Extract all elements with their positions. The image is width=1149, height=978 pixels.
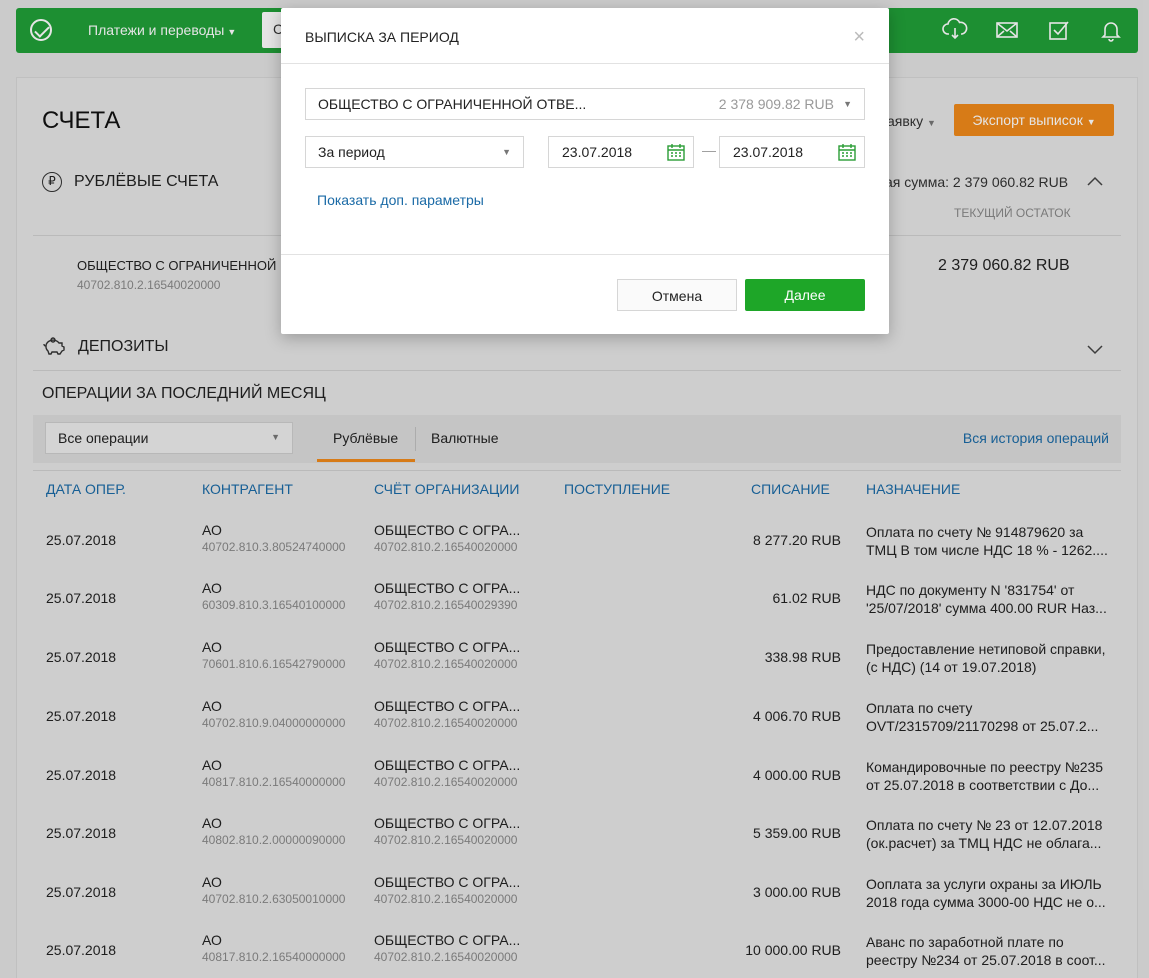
date-to-value: 23.07.2018 — [733, 144, 804, 160]
dialog-title: ВЫПИСКА ЗА ПЕРИОД — [305, 29, 459, 45]
cancel-button[interactable]: Отмена — [617, 279, 737, 311]
chevron-down-icon: ▼ — [502, 147, 511, 157]
calendar-icon[interactable] — [838, 143, 856, 161]
period-select-value: За период — [318, 144, 385, 160]
statement-period-dialog: ВЫПИСКА ЗА ПЕРИОД × ОБЩЕСТВО С ОГРАНИЧЕН… — [281, 8, 889, 334]
next-button[interactable]: Далее — [745, 279, 865, 311]
calendar-icon[interactable] — [667, 143, 685, 161]
dialog-header: ВЫПИСКА ЗА ПЕРИОД × — [281, 8, 889, 64]
date-from-field[interactable]: 23.07.2018 — [548, 136, 694, 168]
account-select-value: ОБЩЕСТВО С ОГРАНИЧЕННОЙ ОТВЕ... — [318, 96, 587, 112]
date-to-field[interactable]: 23.07.2018 — [719, 136, 865, 168]
account-select[interactable]: ОБЩЕСТВО С ОГРАНИЧЕННОЙ ОТВЕ... 2 378 90… — [305, 88, 865, 120]
chevron-down-icon: ▼ — [843, 99, 852, 109]
show-more-params-link[interactable]: Показать доп. параметры — [317, 192, 484, 208]
date-from-value: 23.07.2018 — [562, 144, 633, 160]
period-select[interactable]: За период ▼ — [305, 136, 524, 168]
dialog-footer-divider — [281, 254, 889, 255]
account-select-balance: 2 378 909.82 RUB — [718, 96, 834, 112]
close-icon[interactable]: × — [853, 26, 865, 49]
date-range-dash: — — [702, 142, 716, 158]
